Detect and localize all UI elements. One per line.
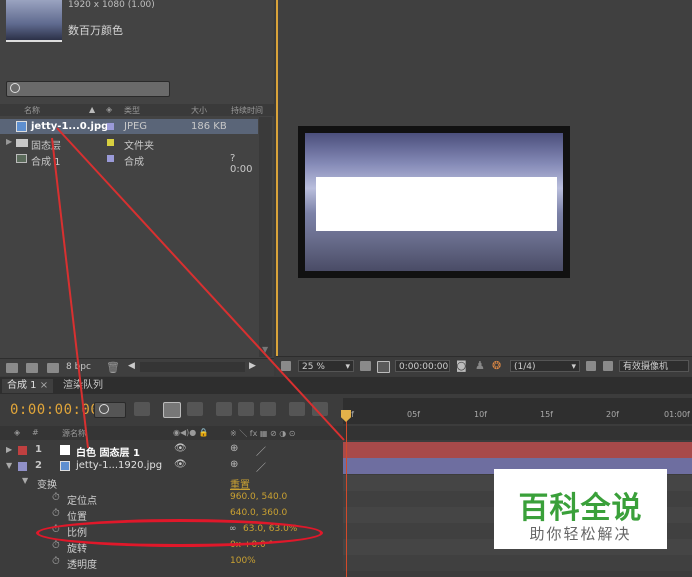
annotation-line bbox=[56, 127, 345, 441]
highlight-oval bbox=[36, 519, 323, 547]
annotation-line bbox=[51, 137, 89, 449]
watermark-subtitle: 助你轻松解决 bbox=[529, 525, 632, 543]
watermark-title: 百科全说 bbox=[518, 491, 643, 526]
